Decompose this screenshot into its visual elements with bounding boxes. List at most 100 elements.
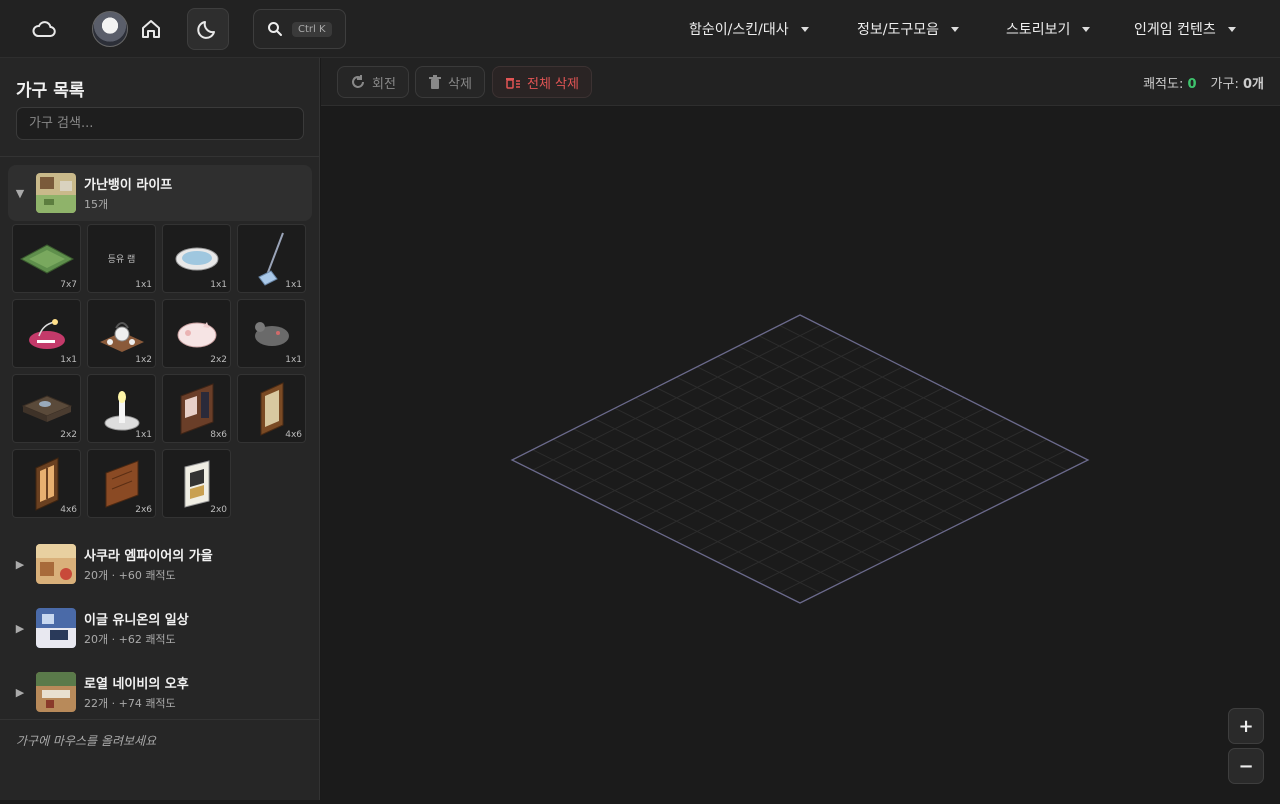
set-count: 20개 · +60 쾌적도 [84,569,176,582]
room-stats: 쾌적도: 0 가구: 0개 [1143,58,1264,106]
comfort-label: 쾌적도: [1143,76,1184,92]
set-header-royal-navy[interactable]: ▶ 로열 네이비의 오후 22개 · +74 쾌적도 [8,664,312,719]
tea-set-icon [99,321,144,352]
furniture-item[interactable]: 2x2 [162,299,231,368]
furniture-item[interactable]: 4x6 [237,374,306,443]
furniture-item[interactable]: 1x1 [12,299,81,368]
nav-label: 인게임 컨텐츠 [1134,22,1216,38]
zoom-out-button[interactable]: − [1228,748,1264,784]
furniture-item[interactable]: 1x1 [87,374,156,443]
item-size: 8x6 [210,430,227,440]
wall-shelf-icon [180,382,213,435]
set-header-poverty-life[interactable]: ▼ 가난뱅이 라이프 15개 [8,165,312,221]
search-button[interactable]: Ctrl K [253,9,346,49]
delete-button[interactable]: 삭제 [415,66,485,98]
item-size: 4x6 [285,430,302,440]
item-size: 1x1 [135,430,152,440]
washbasin-icon [175,247,218,270]
minus-icon: − [1238,755,1254,777]
wall-frame-icon [260,381,283,436]
furniture-item[interactable]: 8x6 [162,374,231,443]
item-size: 7x7 [60,280,77,290]
set-name: 가난뱅이 라이프 [84,178,173,193]
furniture-item[interactable]: 1x1 [237,299,306,368]
chevron-down-icon [800,26,809,32]
furniture-item[interactable]: 1x1 [162,224,231,293]
moon-icon [197,21,215,39]
rotate-icon [352,75,364,88]
low-table-icon [21,394,72,422]
nav-story[interactable]: 스토리보기 [1006,0,1091,58]
expand-triangle-icon: ▶ [15,557,25,571]
furniture-item[interactable]: 2x2 [12,374,81,443]
furniture-count-label: 가구: [1210,76,1239,92]
nav-ingame[interactable]: 인게임 컨텐츠 [1134,0,1236,58]
nav-tools[interactable]: 정보/도구모음 [857,0,959,58]
candle-icon [104,390,139,430]
furniture-count-stat: 가구: 0개 [1211,73,1264,92]
delete-all-label: 전체 삭제 [527,76,579,92]
nav-label: 정보/도구모음 [857,22,939,38]
hover-hint: 가구에 마우스를 올려보세요 [16,734,157,748]
delete-label: 삭제 [448,76,472,92]
theme-toggle-button[interactable] [187,8,229,50]
set-thumbnail [36,672,76,712]
item-size: 1x1 [285,280,302,290]
item-size: 2x6 [135,505,152,515]
item-size: 2x0 [210,505,227,515]
set-name: 사쿠라 엠파이어의 가을 [84,549,213,564]
furniture-search-input[interactable] [16,107,304,140]
furniture-item[interactable]: 2x6 [87,449,156,518]
set-header-eagle-union[interactable]: ▶ 이글 유니온의 일상 20개 · +62 쾌적도 [8,600,312,656]
room-canvas[interactable] [321,107,1280,800]
item-size: 1x1 [60,355,77,365]
pig-cushion-icon [177,321,216,347]
nav-skins[interactable]: 함순이/스킨/대사 [689,0,809,58]
cloud-icon[interactable] [28,14,60,44]
comfort-value: 0 [1187,76,1197,92]
set-thumbnail [36,608,76,648]
chevron-down-icon [1227,26,1236,32]
delete-all-button[interactable]: 전체 삭제 [492,66,592,98]
furniture-count-value: 0개 [1242,76,1264,92]
furniture-list[interactable]: ▼ 가난뱅이 라이프 15개 7x7 등유 램 1x1 1x1 1x1 1x1 … [0,157,320,719]
shortcut-hint: Ctrl K [292,21,332,37]
search-icon [268,22,282,36]
trash-icon [429,75,441,89]
furniture-item[interactable]: 2x0 [162,449,231,518]
nav-label: 함순이/스킨/대사 [689,22,789,38]
plus-icon: + [1238,715,1254,737]
set-count: 22개 · +74 쾌적도 [84,697,176,710]
sidebar-footer: 가구에 마우스를 올려보세요 [0,719,320,800]
editor-toolbar: 회전 삭제 전체 삭제 쾌적도: 0 가구: 0개 [321,58,1280,106]
green-mat-icon [19,243,74,274]
set-name: 이글 유니온의 일상 [84,613,189,628]
furniture-grid: 7x7 등유 램 1x1 1x1 1x1 1x1 1x2 2x2 1x1 2x2… [12,224,308,518]
set-thumbnail [36,173,76,213]
set-name: 로열 네이비의 오후 [84,677,189,692]
item-alt-text: 등유 램 [107,255,136,265]
poster-icon [184,459,209,508]
chevron-down-icon [951,26,959,32]
top-bar: Ctrl K 함순이/스킨/대사 정보/도구모음 스토리보기 인게임 컨텐츠 [0,0,1280,58]
isometric-floor-grid[interactable] [321,107,1280,800]
furniture-item[interactable]: 7x7 [12,224,81,293]
wooden-panel-icon [105,459,138,508]
set-count: 15개 [84,198,109,211]
zoom-in-button[interactable]: + [1228,708,1264,744]
window-icon [35,456,58,511]
home-icon[interactable] [136,14,166,44]
anglerfish-lamp-icon [28,318,65,349]
furniture-item[interactable]: 4x6 [12,449,81,518]
chevron-down-icon [1082,26,1091,32]
furniture-item[interactable]: 등유 램 1x1 [87,224,156,293]
set-header-sakura-autumn[interactable]: ▶ 사쿠라 엠파이어의 가을 20개 · +60 쾌적도 [8,536,312,592]
comfort-stat: 쾌적도: 0 [1143,73,1196,92]
item-size: 2x2 [210,355,227,365]
rotate-button[interactable]: 회전 [337,66,409,98]
furniture-item[interactable]: 1x1 [237,224,306,293]
avatar[interactable] [92,11,128,47]
item-size: 1x1 [135,280,152,290]
furniture-sidebar: 가구 목록 ▼ 가난뱅이 라이프 15개 7x7 등유 램 1x1 [0,58,320,800]
furniture-item[interactable]: 1x2 [87,299,156,368]
